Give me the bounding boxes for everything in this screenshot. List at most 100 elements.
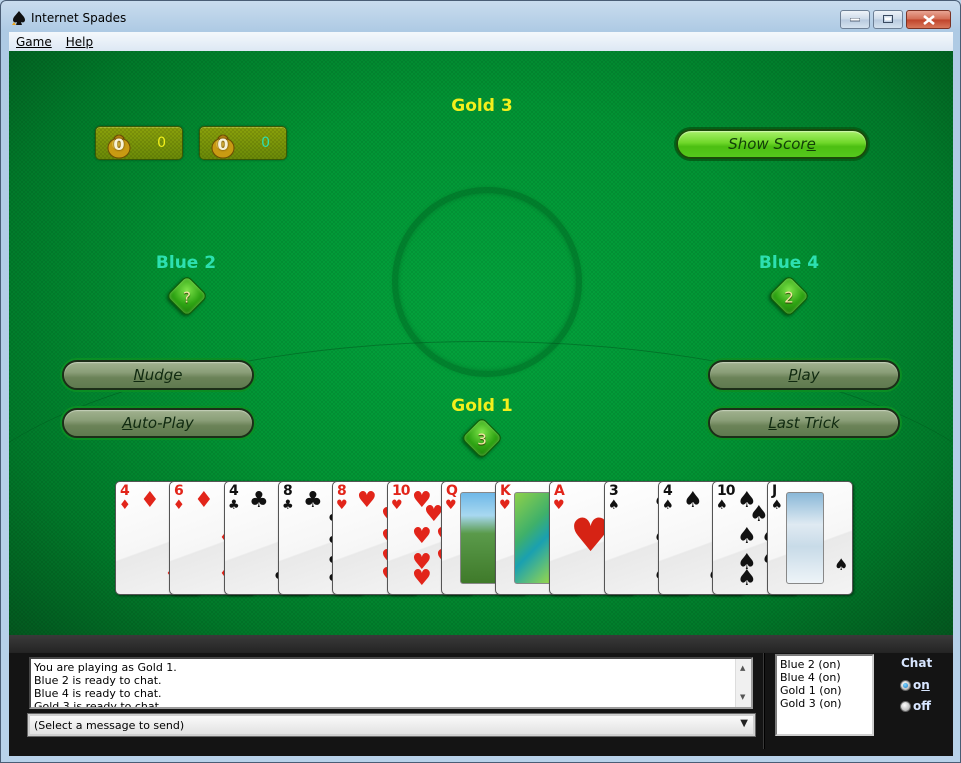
chat-log[interactable]: You are playing as Gold 1. Blue 2 is rea… [29, 657, 753, 709]
maximize-button[interactable] [873, 10, 903, 29]
last-trick-label: Last Trick [768, 414, 840, 432]
card-rank: A [554, 483, 565, 499]
heart-suit-icon: ♥ [445, 498, 457, 513]
play-button[interactable]: Play [708, 360, 900, 390]
blue-team-score: 0 [261, 135, 270, 151]
chat-player-item: Blue 2 (on) [780, 658, 841, 671]
face-card-art [786, 492, 824, 584]
player-east-name: Blue 4 [758, 253, 820, 273]
face-card-art [514, 492, 552, 584]
trick-area-ring [392, 187, 582, 377]
last-trick-button[interactable]: Last Trick [708, 408, 900, 438]
player-west-bid-gem: ? [165, 274, 209, 318]
blue-bag-count: 0 [217, 135, 229, 154]
money-bag-icon: 0 [210, 129, 236, 159]
blue-team-bag-counter: 0 0 [199, 126, 287, 160]
chat-label: Chat [901, 656, 933, 670]
card-rank: 10 [717, 483, 736, 499]
diamond-suit-icon: ♦ [173, 498, 185, 513]
player-east-bid-gem: 2 [767, 274, 811, 318]
auto-play-button[interactable]: Auto-Play [62, 408, 254, 438]
club-pip-icon: ♣ [303, 488, 323, 513]
diamond-pip-icon: ♦ [194, 488, 214, 513]
scroll-up-icon[interactable]: ▲ [740, 662, 745, 675]
heart-pip-icon: ♥ [412, 566, 432, 591]
card-rank: 6 [174, 483, 184, 499]
chat-players-list[interactable]: Blue 2 (on) Blue 4 (on) Gold 1 (on) Gold… [775, 654, 874, 736]
heart-suit-icon: ♥ [553, 498, 565, 513]
card-rank: 8 [283, 483, 293, 499]
chat-log-line: Gold 3 is ready to chat. [34, 700, 163, 709]
chat-off-label: off [913, 699, 931, 713]
menu-game[interactable]: Game [9, 35, 59, 49]
spade-suit-icon: ♠ [771, 498, 783, 513]
spades-app-icon [12, 11, 25, 25]
spade-suit-icon: ♠ [716, 498, 728, 513]
scroll-down-icon[interactable]: ▼ [740, 691, 745, 704]
card-rank: J [772, 483, 777, 499]
chat-on-radio[interactable]: on [900, 678, 930, 692]
show-score-label: Show Score [728, 135, 816, 153]
nudge-label: Nudge [133, 366, 183, 384]
chat-panel: You are playing as Gold 1. Blue 2 is rea… [9, 635, 953, 756]
menu-game-label: Game [16, 34, 52, 49]
auto-play-label: Auto-Play [122, 414, 194, 432]
card-rank: 10 [392, 483, 411, 499]
message-select-value: (Select a message to send) [34, 719, 185, 732]
player-south-name: Gold 1 [451, 396, 513, 416]
spade-pip-icon: ♠ [737, 524, 757, 549]
chat-log-line: You are playing as Gold 1. [34, 661, 177, 674]
card-rank: 3 [609, 483, 619, 499]
chat-player-item: Gold 1 (on) [780, 684, 842, 697]
title-bar: Internet Spades [1, 1, 960, 33]
spade-suit-icon: ♠ [662, 498, 674, 513]
chat-log-line: Blue 2 is ready to chat. [34, 674, 162, 687]
minimize-button[interactable] [840, 10, 870, 29]
face-card-art [460, 492, 498, 584]
spade-pip-icon: ♠ [683, 488, 703, 513]
radio-selected-icon[interactable] [900, 679, 911, 691]
club-pip-icon: ♣ [249, 488, 269, 513]
card-rank: 4 [229, 483, 239, 499]
chat-player-item: Gold 3 (on) [780, 697, 842, 710]
game-table: 0 0 0 0 Gold 3 Blue 2 ? Blue 4 2 Gold 1 … [9, 51, 953, 635]
message-select[interactable]: (Select a message to send) ▼ [27, 713, 756, 737]
spade-pip-icon: ♠ [737, 566, 757, 591]
heart-suit-icon: ♥ [391, 498, 403, 513]
window-title: Internet Spades [31, 11, 127, 25]
heart-suit-icon: ♥ [499, 498, 511, 513]
heart-pip-icon: ♥ [412, 524, 432, 549]
panel-divider [763, 653, 765, 749]
player-west-bid: ? [183, 288, 191, 307]
menu-help[interactable]: Help [59, 35, 100, 49]
card-rank: 8 [337, 483, 347, 499]
chat-log-line: Blue 4 is ready to chat. [34, 687, 162, 700]
card-rank: Q [446, 483, 458, 499]
spade-suit-icon: ♠ [608, 498, 620, 513]
nudge-button[interactable]: Nudge [62, 360, 254, 390]
chat-log-scrollbar[interactable]: ▲ ▼ [735, 659, 751, 707]
menu-help-label: Help [65, 34, 94, 49]
radio-unselected-icon[interactable] [900, 700, 911, 712]
maximize-icon [883, 15, 893, 23]
spade-pip-icon: ♠ [749, 502, 769, 527]
player-east-bid: 2 [784, 288, 794, 307]
minimize-icon [850, 17, 860, 21]
gold-bag-count: 0 [113, 135, 125, 154]
player-west-name: Blue 2 [155, 253, 217, 273]
diamond-pip-icon: ♦ [140, 488, 160, 513]
card-rank: 4 [120, 483, 130, 499]
player-hand: 4♦♦♦♦6♦♦♦♦4♣♣♣♣8♣♣♣♣♣♣8♥♥♥♥♥♥10♥♥♥♥♥♥♥♥Q… [115, 481, 855, 597]
app-window: Internet Spades Game Help 0 0 0 0 Gold 3… [0, 0, 961, 763]
player-south-bid: 3 [477, 430, 487, 449]
close-button[interactable] [906, 10, 951, 29]
show-score-button[interactable]: Show Score [676, 129, 868, 159]
card-rank: K [500, 483, 511, 499]
playing-card-j-spades[interactable]: J ♠ ♠ [767, 481, 853, 595]
chat-on-label: on [913, 678, 930, 692]
chat-off-radio[interactable]: off [900, 699, 931, 713]
club-suit-icon: ♣ [228, 498, 240, 513]
chevron-down-icon[interactable]: ▼ [740, 718, 748, 729]
gold-team-bag-counter: 0 0 [95, 126, 183, 160]
panel-top-strip [9, 635, 953, 653]
